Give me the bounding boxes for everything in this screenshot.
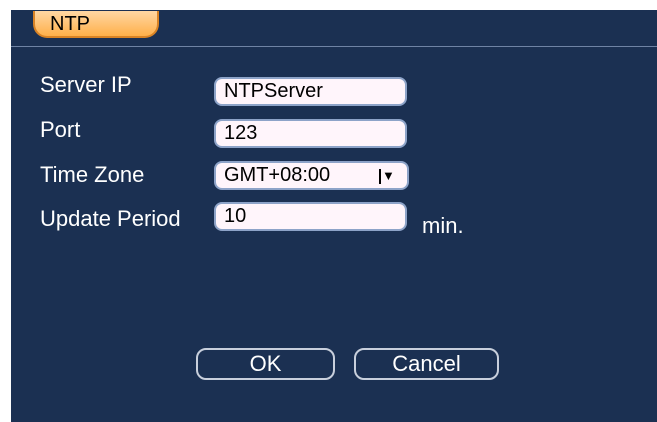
time-zone-value: GMT+08:00 xyxy=(224,164,331,186)
update-period-input[interactable]: 10 xyxy=(214,202,407,231)
select-divider xyxy=(379,169,381,184)
chevron-down-icon: ▼ xyxy=(382,168,395,183)
time-zone-select[interactable]: GMT+08:00 ▼ xyxy=(214,161,409,190)
update-period-unit: min. xyxy=(422,213,464,238)
server-ip-input[interactable]: NTPServer xyxy=(214,77,407,106)
dialog-footer xyxy=(11,405,657,422)
update-period-label: Update Period xyxy=(40,206,181,231)
title-divider xyxy=(11,46,657,47)
port-input[interactable]: 123 xyxy=(214,119,407,148)
time-zone-label: Time Zone xyxy=(40,162,145,187)
cancel-button[interactable]: Cancel xyxy=(354,348,499,380)
title-strip: NTP xyxy=(11,10,657,46)
port-label: Port xyxy=(40,117,81,142)
ok-button[interactable]: OK xyxy=(196,348,335,380)
tab-ntp[interactable]: NTP xyxy=(33,11,159,38)
server-ip-label: Server IP xyxy=(40,72,132,97)
ntp-settings-dialog: NTP Server IP NTPServer Port 123 Time Zo… xyxy=(11,10,657,422)
